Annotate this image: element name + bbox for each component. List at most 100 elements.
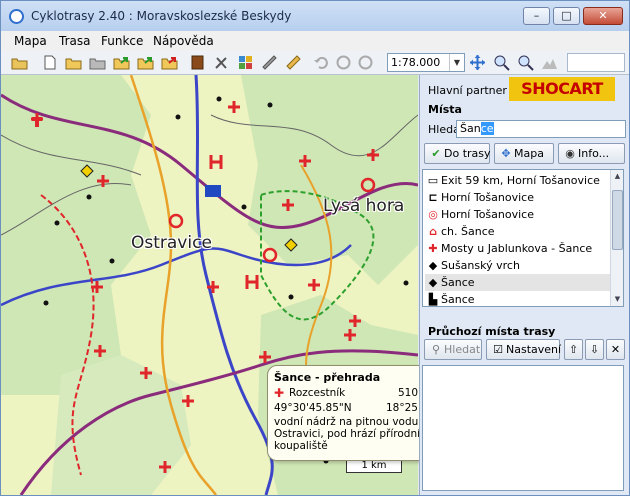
dot-icon: ◆	[428, 259, 438, 272]
list-item-label: Šance	[441, 276, 475, 289]
info-label: Info...	[578, 147, 610, 160]
info-button[interactable]: ◉ Info...	[558, 143, 625, 164]
shocart-logo[interactable]: SHOCART	[509, 77, 615, 101]
folder-icon[interactable]	[65, 54, 82, 71]
toolbar-field[interactable]	[567, 53, 625, 72]
open-folder-icon[interactable]	[11, 54, 28, 71]
profile-icon[interactable]	[541, 54, 558, 71]
list-item-label: Sušanský vrch	[441, 259, 520, 272]
title-bar: Cyklotrasy 2.40 : Moravskoslezské Beskyd…	[1, 1, 629, 31]
scale-value: 1:78.000	[391, 56, 441, 69]
building-icon: ▙	[428, 293, 438, 306]
partner-label: Hlavní partner	[428, 84, 507, 97]
measure-icon[interactable]	[261, 54, 278, 71]
eye-icon: ◉	[565, 147, 575, 160]
minimize-button[interactable]: –	[523, 7, 550, 25]
move-icon: ✥	[501, 147, 511, 160]
to-route-button[interactable]: ✔ Do trasy	[424, 143, 491, 164]
menu-bar: Mapa Trasa Funkce Nápověda	[1, 31, 629, 51]
popup-title: Šance - přehrada	[274, 371, 381, 384]
menu-mapa[interactable]: Mapa	[14, 34, 47, 48]
zoom-in-icon[interactable]	[493, 54, 510, 71]
list-item[interactable]: ◎ Horní Tošanovice	[425, 206, 611, 223]
list-item[interactable]: ▭ Exit 59 km, Horní Tošanovice	[425, 172, 611, 189]
places-title: Místa	[428, 103, 462, 116]
menu-trasa[interactable]: Trasa	[59, 34, 90, 48]
window-title: Cyklotrasy 2.40 : Moravskoslezské Beskyd…	[31, 9, 292, 23]
cross-icon: ✚	[428, 242, 438, 255]
scroll-thumb[interactable]	[612, 190, 623, 250]
tools-icon[interactable]	[213, 54, 230, 71]
search-input[interactable]: Šance	[456, 120, 626, 138]
list-item[interactable]: ⊏ Horní Tošanovice	[425, 189, 611, 206]
to-route-label: Do trasy	[444, 147, 491, 160]
list-item-label: Horní Tošanovice	[441, 191, 534, 204]
list-item-label: Horní Tošanovice	[441, 208, 534, 221]
delete-button[interactable]: ✕	[606, 339, 625, 360]
list-item[interactable]: ▙ Šance	[425, 291, 611, 306]
route-settings-button[interactable]: ☑ Nastavení	[486, 339, 562, 360]
document-icon[interactable]	[41, 54, 58, 71]
scroll-up-icon[interactable]: ▲	[611, 170, 623, 183]
undo-icon[interactable]	[313, 54, 330, 71]
menu-funkce[interactable]: Funkce	[101, 34, 143, 48]
close-icon: ✕	[610, 343, 621, 356]
arrow-up-icon: ⇧	[568, 343, 579, 356]
ruler-icon[interactable]	[285, 54, 302, 71]
menu-napoveda[interactable]: Nápověda	[153, 34, 214, 48]
scroll-down-icon[interactable]: ▼	[611, 293, 623, 306]
close-button[interactable]: ✕	[583, 7, 623, 25]
map-scale-bar: 1 km	[346, 459, 402, 473]
list-item-label: ch. Šance	[441, 225, 495, 238]
export-up-icon[interactable]	[137, 54, 154, 71]
list-item-label: Mosty u Jablunkova - Šance	[441, 242, 593, 255]
list-item[interactable]: ✚ Mosty u Jablunkova - Šance	[425, 240, 611, 257]
book-icon[interactable]	[189, 54, 206, 71]
checkmark-icon: ✔	[431, 147, 441, 160]
list-item-selected[interactable]: ◆ Šance	[425, 274, 611, 291]
cross-icon: ✚	[274, 386, 285, 400]
circle-icon[interactable]	[335, 54, 352, 71]
list-item-label: Šance	[441, 293, 475, 306]
circle-outline-icon[interactable]	[357, 54, 374, 71]
scale-select[interactable]: 1:78.000 ▼	[387, 53, 465, 72]
map-label-ostravice: Ostravice	[131, 233, 212, 253]
road-icon: ⊏	[428, 191, 438, 204]
map-button[interactable]: ✥ Mapa	[494, 143, 554, 164]
pan-icon[interactable]	[469, 54, 486, 71]
export-red-icon[interactable]	[161, 54, 178, 71]
zoom-out-icon[interactable]	[517, 54, 534, 71]
move-up-button[interactable]: ⇧	[564, 339, 583, 360]
search-selected-text: ce	[480, 122, 494, 135]
chevron-down-icon[interactable]: ▼	[449, 54, 464, 71]
exit-icon: ▭	[427, 174, 439, 187]
route-points-list[interactable]	[422, 365, 624, 491]
list-item[interactable]: ⌂ ch. Šance	[425, 223, 611, 240]
grid-icon[interactable]	[237, 54, 254, 71]
target-icon: ◎	[428, 208, 438, 221]
places-list[interactable]: ▭ Exit 59 km, Horní Tošanovice ⊏ Horní Toš…	[422, 169, 624, 307]
route-search-button[interactable]: ⚲ Hledat	[424, 339, 482, 360]
search-text: Šan	[460, 122, 481, 135]
app-window: Cyklotrasy 2.40 : Moravskoslezské Beskyd…	[0, 0, 630, 496]
places-scrollbar[interactable]: ▲ ▼	[610, 170, 623, 306]
export-icon[interactable]	[113, 54, 130, 71]
search-icon: ⚲	[431, 343, 441, 356]
list-item[interactable]: ◆ Sušanský vrch	[425, 257, 611, 274]
house-icon: ⌂	[429, 225, 437, 238]
side-panel: Hlavní partner SHOCART Místa Hledat Šanc…	[419, 75, 629, 495]
popup-latitude: 49°30'45.85"N	[274, 402, 352, 414]
route-points-title: Průchozí místa trasy	[428, 325, 556, 338]
dot-icon: ◆	[428, 276, 438, 289]
list-item-label: Exit 59 km, Horní Tošanovice	[441, 174, 600, 187]
maximize-button[interactable]: □	[553, 7, 580, 25]
toolbar: 1:78.000 ▼	[1, 51, 629, 75]
move-down-button[interactable]: ⇩	[585, 339, 604, 360]
settings-icon: ☑	[493, 343, 503, 356]
route-settings-label: Nastavení	[506, 343, 562, 356]
map-label: Mapa	[514, 147, 544, 160]
popup-type: Rozcestník	[289, 387, 346, 399]
folder-gray-icon[interactable]	[89, 54, 106, 71]
arrow-down-icon: ⇩	[589, 343, 600, 356]
map-label-lysa-hora: Lysá hora	[323, 196, 405, 216]
